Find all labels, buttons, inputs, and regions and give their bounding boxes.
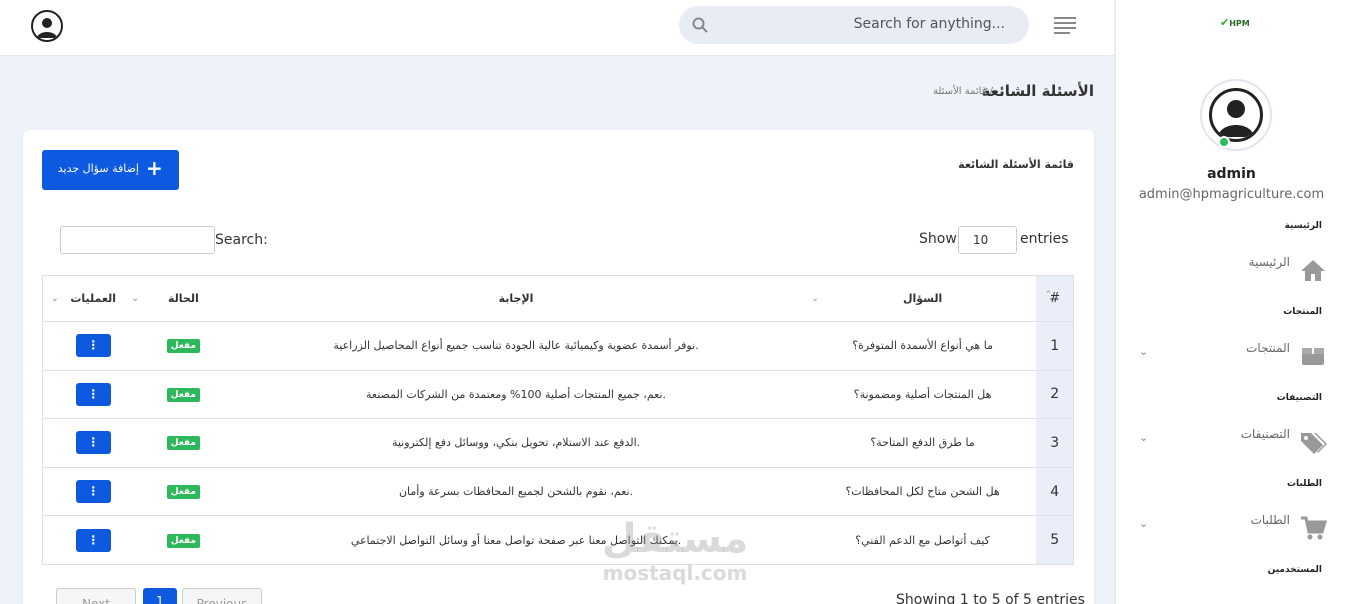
online-status-dot	[1218, 136, 1230, 148]
row-number: 5	[1036, 515, 1074, 565]
status-badge: مفعل	[166, 436, 200, 451]
table-row: ⋮ مفعل الدفع عند الاستلام، تحويل بنكي، و…	[42, 418, 1074, 468]
sort-icon: ⌄	[131, 294, 139, 304]
show-label: Show	[919, 231, 957, 247]
pagination-page-1[interactable]: 1	[143, 588, 177, 604]
section-title-categories: التصنيفات	[1276, 393, 1322, 403]
home-icon	[1301, 260, 1325, 281]
section-title-orders: الطلبات	[1286, 479, 1322, 489]
question-cell: ما هي أنواع الأسمدة المتوفرة؟	[808, 321, 1037, 371]
sidebar-item-orders[interactable]: الطلبات ⌄	[1116, 513, 1346, 545]
row-actions-button[interactable]: ⋮	[75, 382, 111, 406]
answer-cell: نعم، جميع المنتجات أصلية 100% ومعتمدة من…	[223, 370, 809, 420]
search-placeholder: Search for anything...	[853, 16, 1005, 32]
table-search-input[interactable]	[60, 226, 215, 254]
faq-card: قائمة الأسئلة الشائعة + إضافة سؤال جديد …	[23, 130, 1094, 604]
row-actions-button[interactable]: ⋮	[75, 431, 111, 455]
question-cell: ما طرق الدفع المتاحة؟	[808, 418, 1037, 468]
section-title-products: المنتجات	[1283, 307, 1322, 317]
col-status[interactable]: ⌄ الحالة	[131, 275, 224, 322]
entries-label: entries	[1020, 231, 1069, 247]
section-title-users: المستخدمين	[1267, 565, 1322, 575]
profile-name: admin	[1207, 166, 1256, 182]
answer-cell: نعم، نقوم بالشحن لجميع المحافظات بسرعة و…	[223, 467, 809, 517]
card-title: قائمة الأسئلة الشائعة	[958, 158, 1074, 171]
box-icon	[1302, 348, 1324, 365]
profile-email: admin@hpmagriculture.com	[1138, 187, 1325, 202]
answer-cell: يمكنك التواصل معنا عبر صفحة تواصل معنا أ…	[223, 515, 809, 565]
col-question[interactable]: السؤال	[808, 275, 1037, 322]
status-badge: مفعل	[166, 533, 200, 548]
question-cell: كيف أتواصل مع الدعم الفني؟	[808, 515, 1037, 565]
logo[interactable]: ✔HPM	[1220, 16, 1250, 29]
col-number[interactable]: ⌃ #	[1036, 275, 1074, 322]
profile-avatar[interactable]	[1200, 79, 1272, 151]
pagination-previous-button[interactable]: Previous	[182, 588, 262, 604]
status-badge: مفعل	[166, 339, 200, 354]
top-bar: Search for anything...	[0, 0, 1114, 56]
table-search-label: Search:	[215, 232, 268, 248]
table-header-row: ⌄ العمليات ⌄ الحالة ⌄ الإجابة السؤال ⌃ #	[42, 275, 1074, 322]
table-row: ⋮ مفعل نعم، نقوم بالشحن لجميع المحافظات …	[42, 467, 1074, 517]
status-badge: مفعل	[166, 485, 200, 500]
search-input[interactable]: Search for anything...	[679, 6, 1029, 44]
row-number: 3	[1036, 418, 1074, 468]
chevron-down-icon: ⌄	[1139, 431, 1149, 444]
table-row: ⋮ مفعل نوفر أسمدة عضوية وكيميائية عالية …	[42, 321, 1074, 371]
entries-per-page-select[interactable]: 10	[958, 226, 1017, 254]
table-row: ⋮ مفعل نعم، جميع المنتجات أصلية 100% ومع…	[42, 370, 1074, 420]
row-actions-button[interactable]: ⋮	[75, 334, 111, 358]
page-title: الأسئلة الشائعة	[981, 82, 1095, 100]
question-cell: هل المنتجات أصلية ومضمونة؟	[808, 370, 1037, 420]
section-title-home: الرئيسية	[1284, 221, 1322, 231]
pagination-next-button[interactable]: Next	[56, 588, 136, 604]
sort-icon: ⌄	[51, 294, 59, 304]
answer-cell: نوفر أسمدة عضوية وكيميائية عالية الجودة …	[223, 321, 809, 371]
col-actions[interactable]: ⌄ العمليات	[42, 275, 144, 322]
user-avatar-icon[interactable]	[31, 10, 63, 42]
row-actions-button[interactable]: ⋮	[75, 480, 111, 504]
search-icon	[692, 17, 708, 33]
add-question-button[interactable]: + إضافة سؤال جديد	[42, 150, 179, 190]
menu-toggle-icon[interactable]	[1054, 17, 1076, 34]
table-info: Showing 1 to 5 of 5 entries	[896, 592, 1085, 604]
cart-icon	[1301, 516, 1327, 540]
col-answer[interactable]: ⌄ الإجابة	[223, 275, 819, 322]
row-actions-button[interactable]: ⋮	[75, 528, 111, 552]
faq-table: ⌄ العمليات ⌄ الحالة ⌄ الإجابة السؤال ⌃ # ⋮ م…	[42, 275, 1074, 565]
sidebar-item-home[interactable]: الرئيسية	[1116, 255, 1346, 287]
row-number: 4	[1036, 467, 1074, 517]
sort-icon: ⌃	[1044, 290, 1053, 300]
chevron-down-icon: ⌄	[1139, 517, 1149, 530]
sidebar: ✔HPM admin admin@hpmagriculture.com الرئ…	[1115, 0, 1346, 604]
row-number: 1	[1036, 321, 1074, 371]
breadcrumb[interactable]: قائمة الأسئلة /	[933, 86, 993, 97]
table-row: ⋮ مفعل يمكنك التواصل معنا عبر صفحة تواصل…	[42, 515, 1074, 565]
plus-icon: +	[146, 156, 163, 180]
row-number: 2	[1036, 370, 1074, 420]
tag-icon	[1301, 433, 1327, 454]
status-badge: مفعل	[166, 387, 200, 402]
question-cell: هل الشحن متاح لكل المحافظات؟	[808, 467, 1037, 517]
sidebar-item-categories[interactable]: التصنيفات ⌄	[1116, 427, 1346, 459]
sidebar-item-products[interactable]: المنتجات ⌄	[1116, 341, 1346, 373]
answer-cell: الدفع عند الاستلام، تحويل بنكي، ووسائل د…	[223, 418, 809, 468]
chevron-down-icon: ⌄	[1139, 345, 1149, 358]
